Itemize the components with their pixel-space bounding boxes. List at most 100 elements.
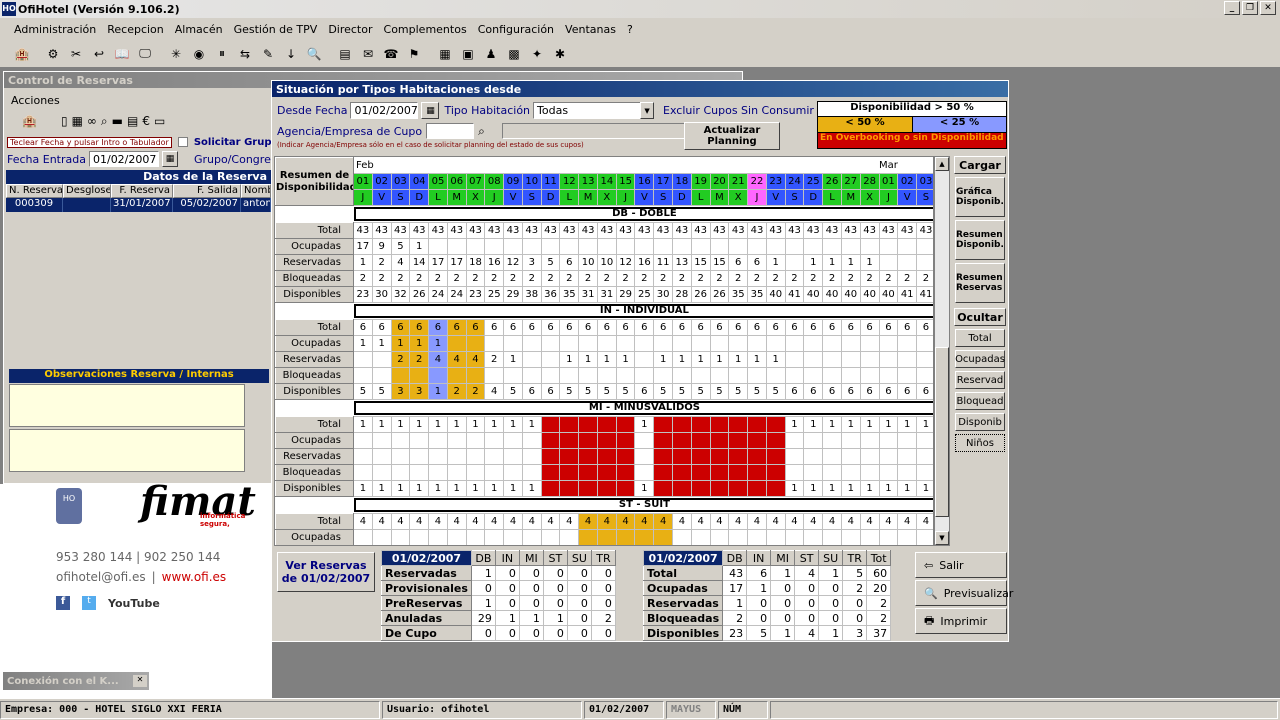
grid-cell[interactable] — [503, 529, 523, 545]
grid-cell[interactable]: 2 — [635, 546, 654, 547]
scrollbar[interactable] — [244, 384, 259, 427]
grid-cell[interactable] — [709, 238, 730, 255]
grid-cell[interactable]: 6 — [540, 319, 561, 336]
day-number[interactable]: 11 — [540, 173, 561, 190]
doc-icon[interactable]: ▯ — [61, 114, 68, 128]
search-icon[interactable]: ⌕ — [101, 114, 108, 129]
day-number[interactable]: 28 — [859, 173, 880, 190]
grid-cell[interactable]: 4 — [390, 254, 411, 271]
day-number[interactable]: 15 — [615, 173, 636, 190]
grid-cell[interactable]: 40 — [803, 286, 824, 303]
grid-cell[interactable]: 15 — [690, 254, 711, 271]
toolbar-icon[interactable]: ✱ — [550, 44, 570, 64]
grid-cell[interactable] — [540, 464, 561, 481]
grid-cell[interactable] — [521, 367, 542, 384]
grid-cell[interactable]: 4 — [503, 513, 523, 530]
grid-cell[interactable]: 43 — [747, 222, 767, 239]
grid-cell[interactable] — [897, 529, 918, 545]
grid-cell[interactable]: 2 — [878, 270, 899, 287]
grid-cell[interactable]: 4 — [540, 513, 561, 530]
grid-cell[interactable] — [653, 464, 674, 481]
grid-cell[interactable]: 2 — [579, 546, 598, 547]
grid-cell[interactable]: 17 — [428, 254, 448, 271]
grid-cell[interactable]: 18 — [465, 254, 486, 271]
grid-cell[interactable] — [559, 529, 580, 545]
grid-cell[interactable] — [859, 335, 880, 352]
grid-cell[interactable] — [446, 529, 467, 545]
column-header[interactable]: Desglose — [63, 184, 111, 198]
grid-cell[interactable]: 35 — [559, 286, 580, 303]
grid-cell[interactable] — [634, 335, 655, 352]
tipo-habitacion-select[interactable]: Todas — [533, 102, 642, 119]
grid-cell[interactable]: 1 — [916, 416, 933, 433]
grid-cell[interactable] — [747, 480, 767, 497]
grid-cell[interactable] — [559, 448, 580, 465]
resumen-reservas-button[interactable]: Resumen Reservas — [955, 263, 1005, 303]
grid-cell[interactable]: 6 — [465, 319, 486, 336]
grid-cell[interactable] — [521, 351, 542, 368]
grid-cell[interactable] — [878, 529, 899, 545]
grid-cell[interactable]: 4 — [690, 513, 711, 530]
grid-cell[interactable] — [485, 546, 504, 547]
toolbar-icon[interactable]: ▣ — [458, 44, 478, 64]
grid-cell[interactable] — [916, 529, 933, 545]
grid-cell[interactable]: 1 — [859, 416, 880, 433]
grid-cell[interactable] — [465, 448, 486, 465]
column-header[interactable]: F. Reserva — [111, 184, 173, 198]
grid-cell[interactable] — [653, 480, 674, 497]
grid-cell[interactable]: 6 — [390, 319, 411, 336]
grid-cell[interactable]: 1 — [578, 351, 598, 368]
scroll-thumb[interactable] — [935, 347, 949, 517]
grid-cell[interactable] — [784, 254, 805, 271]
grid-cell[interactable]: 1 — [803, 416, 824, 433]
column-header[interactable]: N. Reserva — [6, 184, 63, 198]
grid-cell[interactable]: 2 — [409, 270, 430, 287]
grid-cell[interactable]: 1 — [503, 480, 523, 497]
grid-cell[interactable] — [521, 238, 542, 255]
calc-icon[interactable]: ▦ — [72, 114, 83, 128]
grid-cell[interactable]: 5 — [653, 383, 674, 400]
grid-cell[interactable]: 4 — [428, 351, 448, 368]
table-row[interactable]: 000309 31/01/2007 05/02/2007 anton — [6, 198, 271, 212]
grid-cell[interactable] — [897, 367, 918, 384]
toolbar-icon[interactable]: ▩ — [504, 44, 524, 64]
grid-cell[interactable]: 43 — [765, 222, 786, 239]
grid-cell[interactable]: 43 — [521, 222, 542, 239]
ocultar-option-4[interactable]: Disponib — [955, 413, 1005, 431]
scroll-up-icon[interactable]: ▲ — [935, 157, 949, 171]
grid-cell[interactable] — [897, 464, 918, 481]
grid-cell[interactable]: 5 — [578, 383, 598, 400]
grid-cell[interactable] — [503, 335, 523, 352]
grid-cell[interactable]: 2 — [409, 351, 430, 368]
menu-item[interactable]: Recepcion — [107, 23, 164, 36]
grid-cell[interactable]: 28 — [672, 286, 692, 303]
grid-cell[interactable] — [371, 367, 392, 384]
grid-cell[interactable]: 6 — [784, 319, 805, 336]
ocultar-option-5[interactable]: Niños — [955, 434, 1005, 452]
grid-cell[interactable] — [428, 238, 448, 255]
grid-cell[interactable] — [859, 238, 880, 255]
grid-cell[interactable]: 1 — [428, 480, 448, 497]
day-number[interactable]: 01 — [878, 173, 899, 190]
day-number[interactable]: 08 — [484, 173, 505, 190]
grid-cell[interactable]: 2 — [765, 270, 786, 287]
grid-cell[interactable]: 6 — [653, 319, 674, 336]
grid-cell[interactable]: 5 — [728, 383, 749, 400]
grid-cell[interactable]: 1 — [503, 416, 523, 433]
grid-cell[interactable]: 2 — [578, 270, 598, 287]
grid-cell[interactable]: 1 — [672, 416, 692, 433]
grid-cell[interactable]: 43 — [672, 222, 692, 239]
grid-cell[interactable] — [784, 367, 805, 384]
grid-cell[interactable] — [822, 432, 842, 449]
grid-cell[interactable]: 43 — [859, 222, 880, 239]
grid-cell[interactable] — [390, 529, 411, 545]
grid-cell[interactable]: 29 — [615, 286, 636, 303]
grid-cell[interactable] — [596, 464, 617, 481]
grid-cell[interactable]: 1 — [878, 416, 899, 433]
grid-cell[interactable] — [784, 464, 805, 481]
grid-cell[interactable] — [728, 464, 749, 481]
day-number[interactable]: 26 — [822, 173, 842, 190]
grid-cell[interactable]: 1 — [784, 416, 805, 433]
grid-cell[interactable] — [673, 546, 692, 547]
grid-cell[interactable]: 35 — [728, 286, 749, 303]
